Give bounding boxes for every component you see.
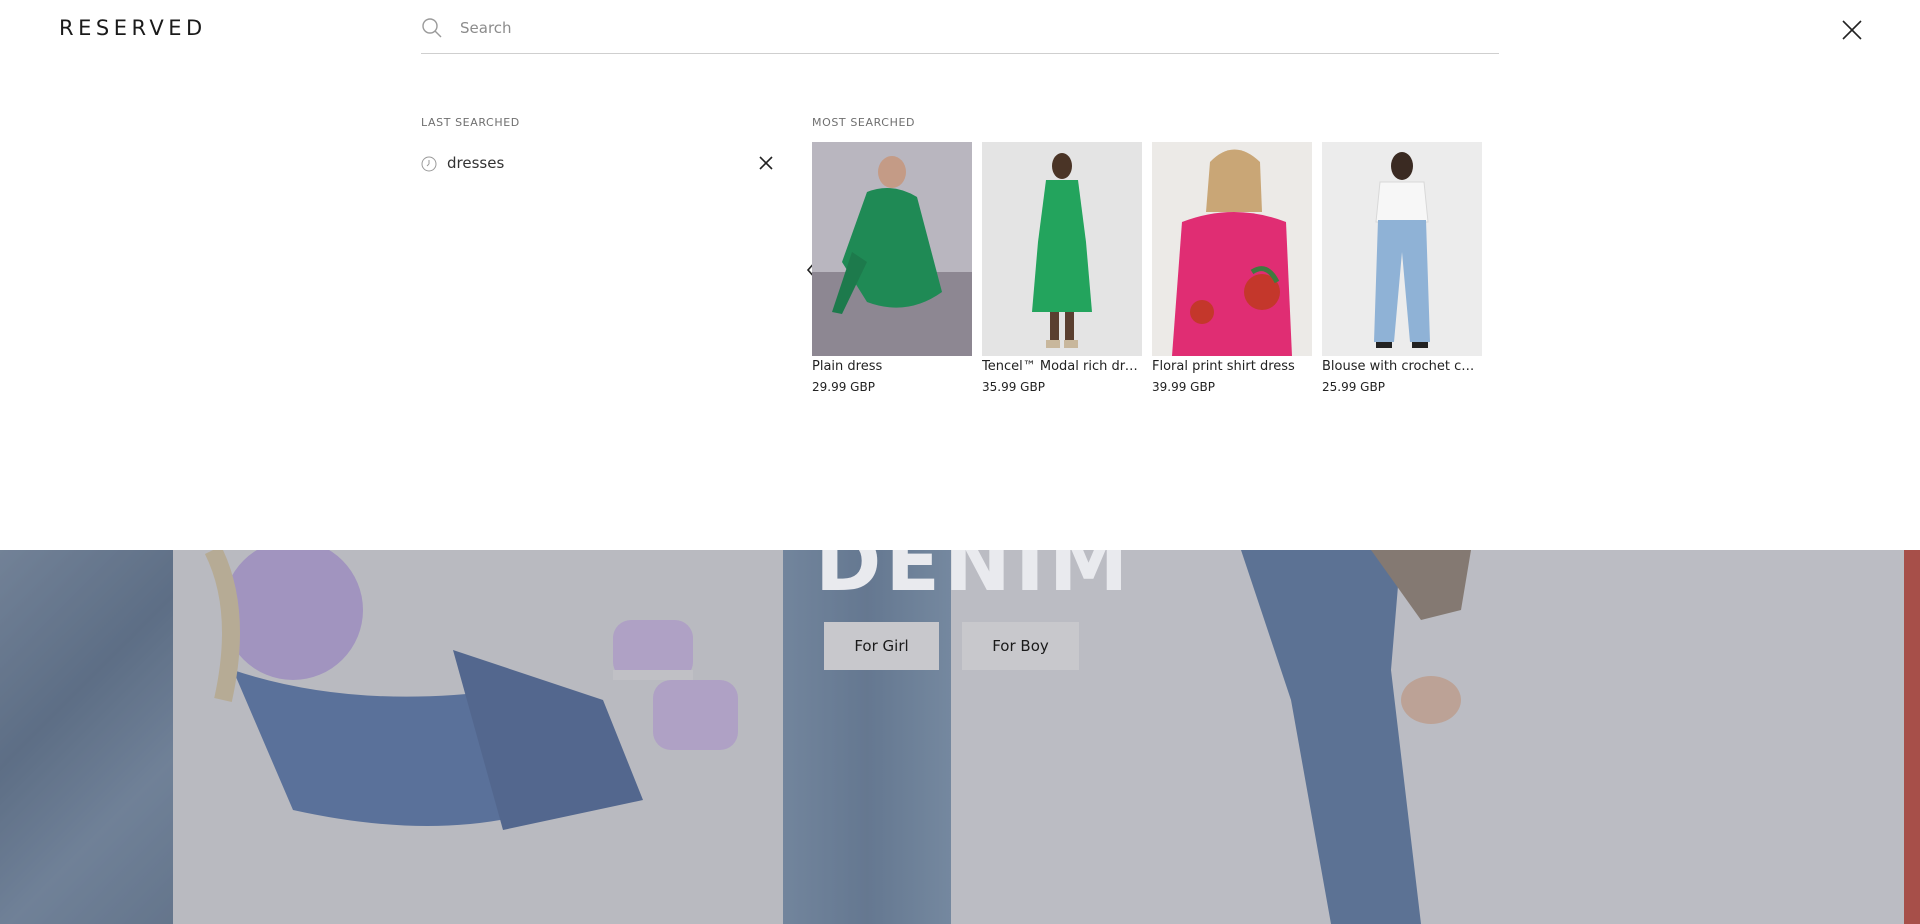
search-overlay: RESERVED LAST SEARCHED MOST SEARCHED dre… [0, 0, 1920, 550]
product-name[interactable]: Blouse with crochet coll... [1322, 358, 1482, 376]
for-boy-button[interactable]: For Boy [962, 622, 1079, 670]
last-searched-item[interactable]: dresses [421, 153, 773, 175]
product-name[interactable]: Floral print shirt dress [1152, 358, 1312, 376]
product-card[interactable]: Tencel™ Modal rich dress 35.99 GBP [982, 142, 1142, 396]
product-card[interactable]: Plain dress 29.99 GBP [812, 142, 972, 396]
product-price: 35.99 GBP [982, 380, 1045, 394]
product-image[interactable] [812, 142, 972, 356]
product-image[interactable] [1322, 142, 1482, 356]
last-searched-heading: LAST SEARCHED [421, 116, 520, 129]
remove-icon[interactable] [759, 156, 773, 170]
last-searched-term[interactable]: dresses [447, 154, 504, 172]
search-bar [421, 14, 1499, 54]
product-image[interactable] [982, 142, 1142, 356]
search-input[interactable] [460, 17, 1460, 39]
product-price: 39.99 GBP [1152, 380, 1215, 394]
most-searched-heading: MOST SEARCHED [812, 116, 916, 129]
product-card[interactable]: Floral print shirt dress 39.99 GBP [1152, 142, 1312, 396]
for-girl-button[interactable]: For Girl [824, 622, 939, 670]
product-price: 25.99 GBP [1322, 380, 1385, 394]
product-price: 29.99 GBP [812, 380, 875, 394]
product-image[interactable] [1152, 142, 1312, 356]
product-name[interactable]: Tencel™ Modal rich dress [982, 358, 1142, 376]
brand-logo[interactable]: RESERVED [59, 16, 207, 40]
product-card[interactable]: Blouse with crochet coll... 25.99 GBP [1322, 142, 1482, 396]
close-icon[interactable] [1840, 18, 1864, 42]
search-icon[interactable] [421, 17, 443, 39]
hero-heading: DENIM [815, 550, 1133, 609]
hero-banner: DENIM For Girl For Boy [0, 550, 1920, 924]
clock-icon [421, 156, 437, 172]
product-name[interactable]: Plain dress [812, 358, 972, 376]
